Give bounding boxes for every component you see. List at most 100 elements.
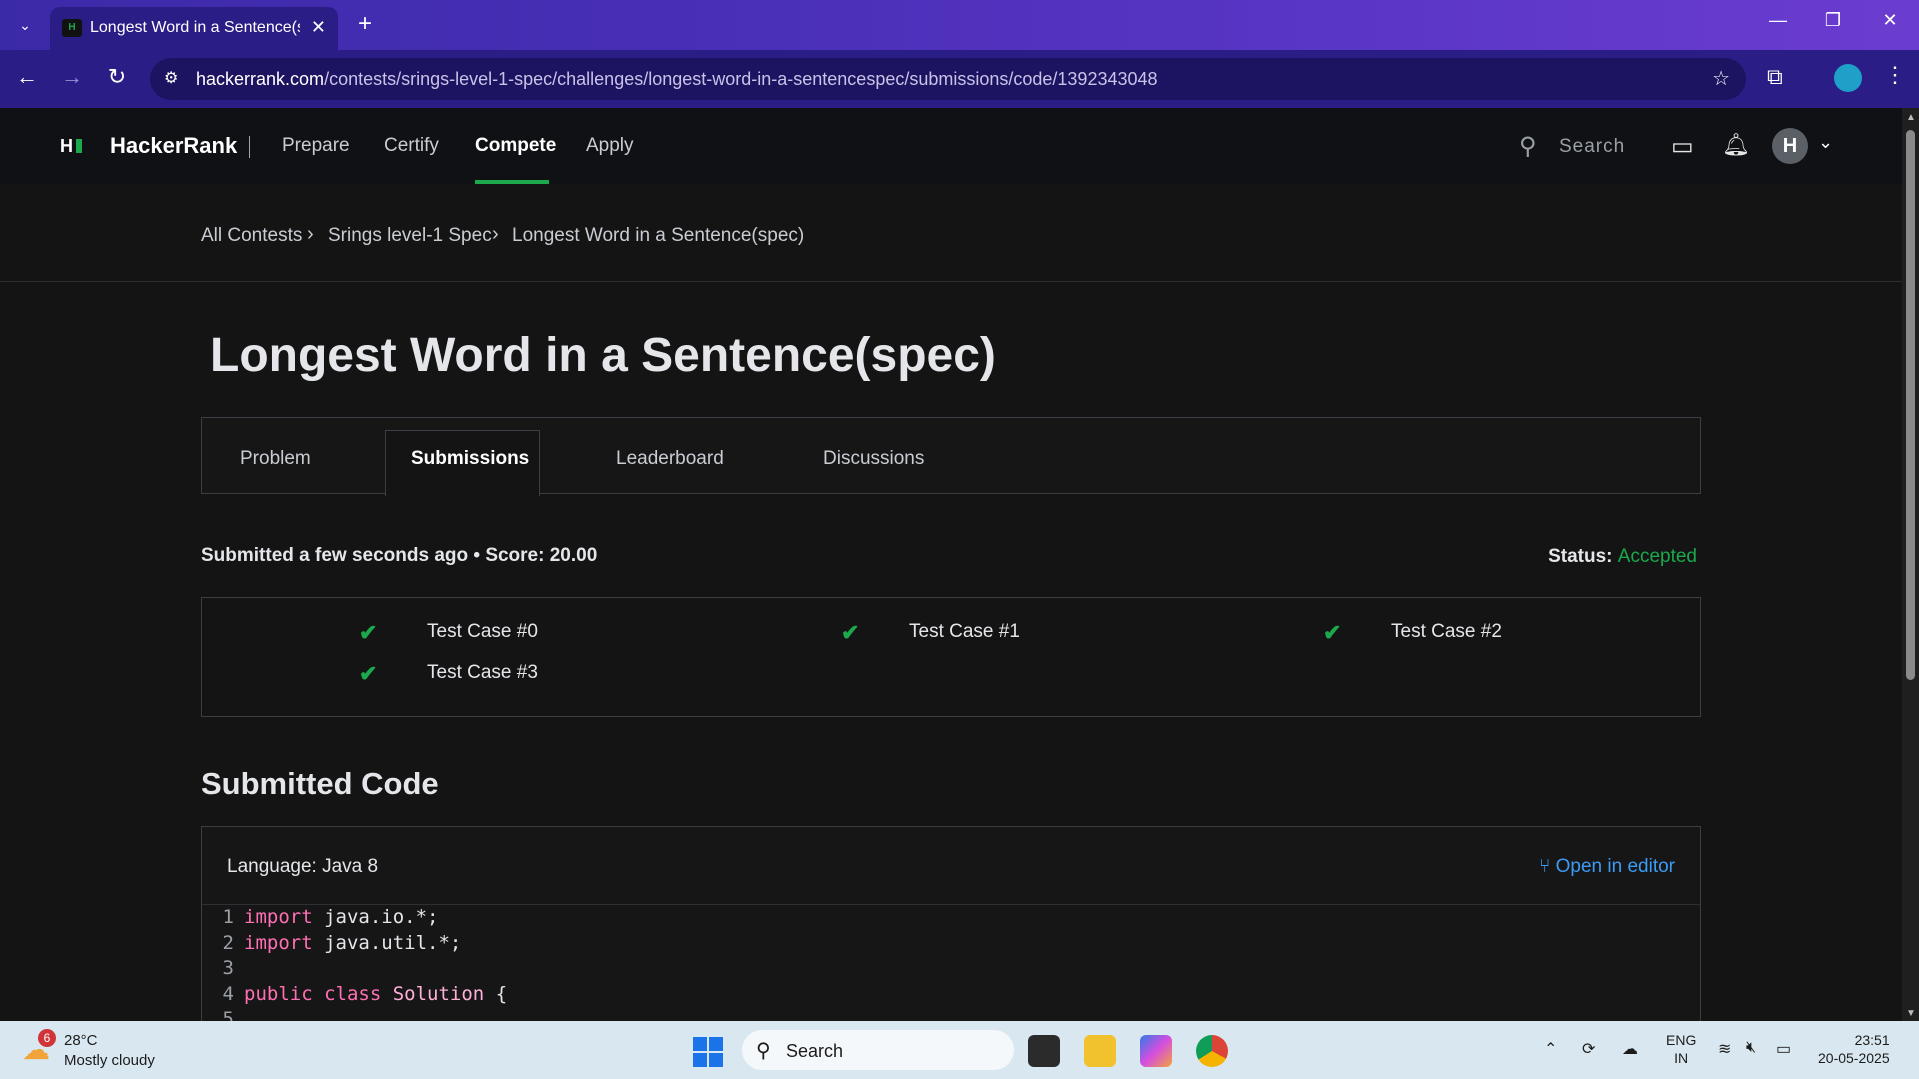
weather-badge: 6 — [38, 1029, 56, 1047]
url-text[interactable]: hackerrank.com/contests/srings-level-1-s… — [196, 69, 1158, 90]
chevron-down-icon[interactable]: ⌄ — [1818, 132, 1833, 153]
check-icon: ✔ — [359, 661, 378, 686]
hackerrank-favicon-icon: H — [62, 19, 82, 37]
challenge-tabs: Problem Submissions Leaderboard Discussi… — [201, 417, 1701, 496]
file-explorer-icon[interactable] — [1084, 1035, 1116, 1067]
test-case[interactable]: ✔ Test Case #0 — [359, 620, 538, 645]
reload-icon[interactable]: ↻ — [102, 64, 132, 90]
code-text: { — [484, 982, 508, 1005]
tab-problem[interactable]: Problem — [240, 448, 311, 470]
code-line: 4 public class Solution { — [202, 982, 1700, 1008]
tab-title: Longest Word in a Sentence(spec) — [90, 19, 300, 36]
extensions-icon[interactable]: ⧉ — [1767, 64, 1783, 90]
open-in-editor-link[interactable]: ⑂ Open in editor — [1539, 856, 1675, 878]
tab-search-dropdown-icon[interactable]: ⌄ — [12, 13, 38, 37]
windows-taskbar: ☁ 6 28°C Mostly cloudy ⚲ Search ⌃ ⟳ ☁ EN… — [0, 1021, 1919, 1079]
search-input[interactable]: Search — [1559, 136, 1625, 158]
url-host: hackerrank.com — [196, 69, 325, 89]
muted-speaker-icon[interactable]: 🔇︎ — [1746, 1039, 1756, 1057]
search-icon[interactable]: ⚲ — [1519, 132, 1537, 161]
windows-start-icon[interactable] — [693, 1037, 723, 1067]
check-icon: ✔ — [359, 620, 378, 645]
sync-icon[interactable]: ⟳ — [1582, 1039, 1595, 1059]
tab-discussions[interactable]: Discussions — [823, 448, 924, 470]
close-window-icon[interactable]: ✕ — [1870, 10, 1910, 31]
line-number: 4 — [222, 982, 234, 1005]
chrome-icon[interactable] — [1196, 1035, 1228, 1067]
tab-submissions[interactable]: Submissions — [411, 448, 529, 470]
hackerrank-logo-icon[interactable]: H — [60, 136, 82, 157]
minimize-icon[interactable]: — — [1758, 10, 1798, 31]
code-text: java.util.*; — [312, 931, 462, 954]
taskbar-search-label: Search — [786, 1041, 844, 1061]
forward-icon[interactable]: → — [57, 64, 87, 90]
browser-menu-icon[interactable]: ⋮ — [1884, 62, 1906, 88]
breadcrumb-all-contests[interactable]: All Contests — [201, 225, 302, 247]
test-case[interactable]: ✔ Test Case #3 — [359, 661, 538, 686]
code-text: java.io.*; — [312, 906, 439, 928]
submission-summary: Submitted a few seconds ago • Score: 20.… — [201, 545, 598, 566]
code-keyword: import — [244, 931, 313, 954]
back-icon[interactable]: ← — [12, 64, 42, 90]
messages-icon[interactable]: ▭ — [1671, 132, 1694, 161]
show-hidden-icons-icon[interactable]: ⌃ — [1544, 1039, 1557, 1059]
line-number: 2 — [222, 931, 234, 954]
new-tab-button[interactable]: + — [350, 10, 380, 40]
scroll-up-icon[interactable]: ▲ — [1906, 112, 1916, 123]
nav-compete[interactable]: Compete — [475, 135, 556, 157]
code-line: 2 import java.util.*; — [202, 931, 1700, 957]
check-icon: ✔ — [841, 620, 860, 645]
nav-apply[interactable]: Apply — [586, 135, 634, 157]
test-case[interactable]: ✔ Test Case #2 — [1323, 620, 1502, 645]
browser-tab-active[interactable]: H Longest Word in a Sentence(spec) ✕ — [50, 7, 338, 50]
profile-avatar-icon[interactable] — [1834, 64, 1862, 92]
code-keyword: import — [244, 906, 313, 928]
close-tab-icon[interactable]: ✕ — [311, 17, 326, 38]
task-view-icon[interactable] — [1028, 1035, 1060, 1067]
line-number: 3 — [222, 957, 234, 979]
user-avatar[interactable]: H — [1772, 128, 1808, 164]
system-clock[interactable]: 23:51 20-05-2025 — [1818, 1031, 1890, 1067]
nav-divider — [249, 136, 250, 158]
test-case-label: Test Case #0 — [427, 621, 538, 642]
submitted-code-title: Submitted Code — [201, 766, 439, 801]
restore-icon[interactable]: ❐ — [1813, 10, 1853, 31]
brand-name[interactable]: HackerRank — [110, 133, 237, 159]
breadcrumb-challenge[interactable]: Longest Word in a Sentence(spec) — [512, 225, 804, 247]
submission-status: Status: Accepted — [1548, 546, 1697, 568]
weather-description[interactable]: Mostly cloudy — [64, 1052, 155, 1069]
breadcrumb-contest[interactable]: Srings level-1 Spec — [328, 225, 492, 247]
tab-leaderboard[interactable]: Leaderboard — [616, 448, 724, 470]
check-icon: ✔ — [1323, 620, 1342, 645]
code-viewer[interactable]: 1 import java.io.*; 2 import java.util.*; … — [202, 905, 1700, 1033]
nav-prepare[interactable]: Prepare — [282, 135, 350, 157]
taskbar-search[interactable]: ⚲ Search — [742, 1030, 1014, 1070]
chevron-right-icon: › — [307, 223, 314, 245]
scrollbar-thumb[interactable] — [1906, 130, 1915, 680]
code-class-name: Solution — [392, 982, 485, 1005]
breadcrumb: All Contests › Srings level-1 Spec › Lon… — [0, 184, 1902, 282]
scroll-down-icon[interactable]: ▼ — [1906, 1008, 1916, 1019]
temperature[interactable]: 28°C — [64, 1032, 98, 1049]
input-language-indicator[interactable]: ENG IN — [1666, 1031, 1696, 1067]
status-badge: Accepted — [1617, 546, 1697, 567]
address-bar[interactable]: ⚙ hackerrank.com/contests/srings-level-1… — [150, 58, 1746, 100]
code-keyword: public class — [244, 982, 382, 1005]
search-icon: ⚲ — [756, 1040, 771, 1062]
wifi-icon[interactable]: ≋ — [1718, 1039, 1731, 1059]
battery-icon[interactable]: ▭ — [1776, 1039, 1791, 1059]
chevron-right-icon: › — [492, 223, 499, 245]
clock-date: 20-05-2025 — [1818, 1050, 1890, 1066]
copilot-icon[interactable] — [1140, 1035, 1172, 1067]
notifications-bell-icon[interactable]: 🔔︎ — [1722, 132, 1750, 158]
page-scrollbar[interactable]: ▲ ▼ — [1902, 108, 1919, 1021]
nav-certify[interactable]: Certify — [384, 135, 439, 157]
test-case-label: Test Case #1 — [909, 621, 1020, 642]
code-panel-header: Language: Java 8 ⑂ Open in editor — [202, 827, 1700, 905]
line-number: 1 — [222, 906, 234, 928]
test-case[interactable]: ✔ Test Case #1 — [841, 620, 1020, 645]
bookmark-star-icon[interactable]: ☆ — [1712, 66, 1730, 91]
site-info-icon[interactable]: ⚙ — [164, 68, 178, 88]
page-title: Longest Word in a Sentence(spec) — [210, 329, 996, 382]
onedrive-cloud-icon[interactable]: ☁ — [1622, 1039, 1638, 1059]
